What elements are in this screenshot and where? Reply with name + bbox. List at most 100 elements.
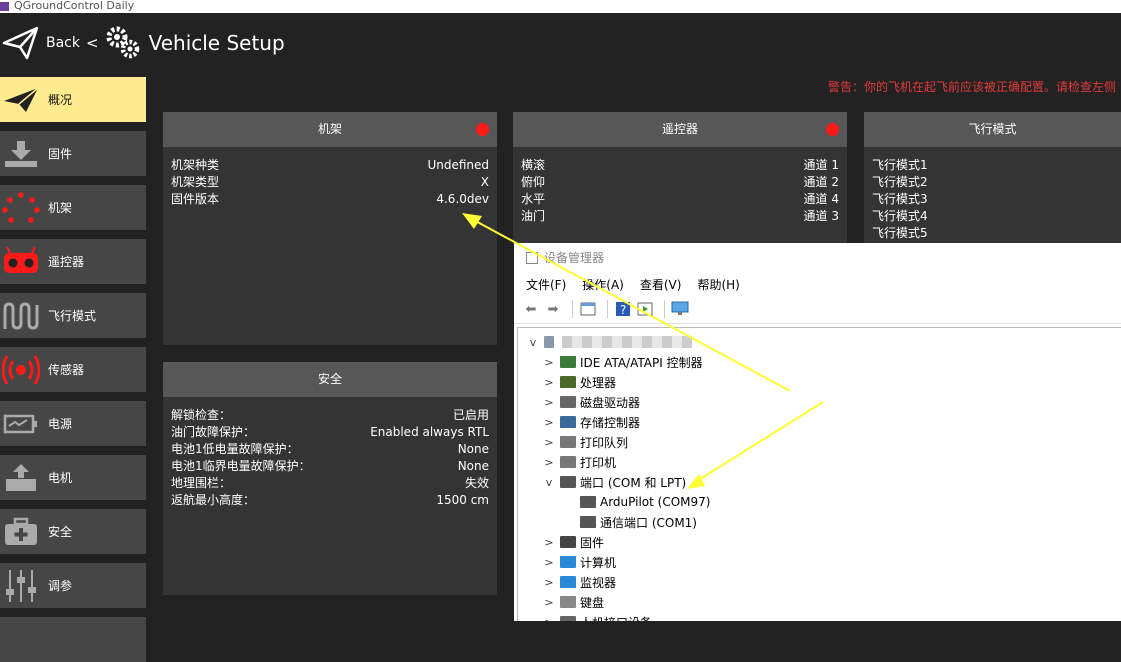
sidebar-item-label: 固件 — [48, 147, 73, 161]
collapse-icon[interactable]: v — [542, 476, 556, 489]
expand-icon[interactable]: > — [542, 356, 556, 369]
sidebar-item-motors[interactable]: 电机 — [0, 455, 146, 500]
airframe-icon — [0, 185, 42, 230]
tree-node-label: 键盘 — [580, 595, 605, 610]
sidebar-item-label: 概况 — [48, 93, 73, 107]
port-icon — [580, 496, 596, 508]
sidebar-item-sensors[interactable]: 传感器 — [0, 347, 146, 392]
device-manager-title: 设备管理器 — [544, 251, 605, 265]
card-title: 安全 — [317, 372, 342, 386]
sidebar-item-flight-modes[interactable]: 飞行模式 — [0, 293, 146, 338]
header: Back < Vehicle Setup — [0, 13, 1121, 71]
card-header[interactable]: 遥控器 — [513, 112, 847, 147]
info-row: 解锁检查： 已启用 — [171, 408, 489, 422]
tree-category-node[interactable]: > 存储控制器 — [542, 412, 640, 432]
tree-category-node[interactable]: > 人机接口设备 — [542, 612, 652, 621]
properties-icon[interactable] — [579, 300, 597, 318]
computer-icon — [560, 556, 576, 568]
computer-icon — [544, 336, 554, 348]
tree-category-node[interactable]: > IDE ATA/ATAPI 控制器 — [542, 352, 703, 372]
tree-category-node[interactable]: > 计算机 — [542, 552, 616, 572]
port-icon — [580, 516, 596, 528]
expand-icon[interactable]: > — [542, 436, 556, 449]
tree-category-node[interactable]: > 固件 — [542, 532, 604, 552]
sliders-icon — [0, 563, 42, 608]
info-row: 横滚 通道 1 — [521, 158, 839, 172]
forward-arrow-icon[interactable]: ➡ — [544, 300, 562, 318]
paper-plane-icon — [2, 26, 39, 60]
tree-category-node[interactable]: > 打印机 — [542, 452, 616, 472]
expand-icon[interactable]: > — [542, 576, 556, 589]
run-icon[interactable] — [636, 300, 654, 318]
help-icon[interactable]: ? — [614, 300, 632, 318]
collapse-icon[interactable]: v — [526, 336, 540, 349]
tree-category-node[interactable]: > 监视器 — [542, 572, 616, 592]
tree-node-label: IDE ATA/ATAPI 控制器 — [580, 355, 703, 370]
page-title: Vehicle Setup — [148, 31, 285, 55]
menu-action[interactable]: 操作(A) — [582, 276, 624, 293]
sidebar-item-radio[interactable]: 遥控器 — [0, 239, 146, 284]
ide-icon — [560, 356, 576, 368]
expand-icon[interactable]: > — [542, 396, 556, 409]
gears-icon — [106, 26, 139, 59]
battery-icon — [0, 401, 42, 446]
info-row: 机架种类 Undefined — [171, 158, 489, 172]
sidebar-item-label: 调参 — [48, 579, 73, 593]
expand-icon[interactable]: > — [542, 616, 556, 622]
tree-node-label: 存储控制器 — [580, 415, 641, 430]
sidebar-item-power[interactable]: 电源 — [0, 401, 146, 446]
tree-category-node[interactable]: > 处理器 — [542, 372, 616, 392]
tree-node-label: 监视器 — [580, 575, 617, 590]
back-chevron: < — [86, 34, 99, 52]
tree-node-label: 人机接口设备 — [580, 614, 652, 622]
sidebar-item-label: 机架 — [48, 201, 73, 215]
info-row: 飞行模式3 — [872, 192, 928, 206]
card-header[interactable]: 飞行模式 — [864, 112, 1121, 147]
tree-category-node[interactable]: > 打印队列 — [542, 432, 628, 452]
monitor-scan-icon[interactable] — [671, 300, 689, 318]
sidebar-item-firmware[interactable]: 固件 — [0, 131, 146, 176]
firmware-icon — [560, 536, 576, 548]
status-dot — [826, 123, 839, 136]
menu-file[interactable]: 文件(F) — [526, 276, 566, 293]
monitor-icon — [560, 576, 576, 588]
expand-icon[interactable]: > — [542, 416, 556, 429]
tree-category-node[interactable]: v 端口 (COM 和 LPT) — [542, 472, 687, 492]
expand-icon[interactable]: > — [542, 376, 556, 389]
tree-category-node[interactable]: > 键盘 — [542, 592, 604, 612]
tree-node-label: 通信端口 (COM1) — [600, 515, 697, 530]
hid-icon — [560, 616, 576, 621]
card-header[interactable]: 机架 — [163, 112, 497, 147]
radio-icon — [0, 239, 42, 284]
menu-help[interactable]: 帮助(H) — [697, 276, 739, 293]
sidebar-item-label: 电源 — [48, 417, 73, 431]
paper-plane-icon — [0, 77, 42, 122]
sidebar-item-tuning[interactable]: 调参 — [0, 563, 146, 608]
expand-icon[interactable]: > — [542, 596, 556, 609]
info-row: 俯仰 通道 2 — [521, 175, 839, 189]
sidebar-item-safety[interactable]: 安全 — [0, 509, 146, 554]
tree-child-node[interactable]: ArduPilot (COM97) — [576, 492, 710, 512]
expand-icon[interactable]: > — [542, 556, 556, 569]
tree-node-label: 打印机 — [580, 455, 617, 470]
tree-root[interactable]: v — [526, 332, 692, 352]
card-title: 飞行模式 — [968, 122, 1017, 136]
tree-node-label: 打印队列 — [580, 435, 629, 450]
back-label: Back — [46, 35, 80, 51]
back-arrow-icon[interactable]: ⬅ — [522, 300, 540, 318]
tree-category-node[interactable]: > 磁盘驱动器 — [542, 392, 640, 412]
info-row: 飞行模式2 — [872, 175, 928, 189]
menu-view[interactable]: 查看(V) — [640, 276, 682, 293]
card-header[interactable]: 安全 — [163, 362, 497, 397]
back-button[interactable]: Back < Vehicle Setup — [0, 21, 285, 65]
sidebar-item-label: 飞行模式 — [48, 309, 97, 323]
tree-child-node[interactable]: 通信端口 (COM1) — [576, 512, 697, 532]
sidebar-item-airframe[interactable]: 机架 — [0, 185, 146, 230]
keyboard-icon — [560, 596, 576, 608]
sensor-icon — [0, 347, 42, 392]
expand-icon[interactable]: > — [542, 456, 556, 469]
device-manager-titlebar[interactable]: 设备管理器 — [514, 243, 1121, 273]
sidebar-item-summary[interactable]: 概况 — [0, 77, 146, 122]
sidebar-item-partial[interactable] — [0, 617, 146, 662]
expand-icon[interactable]: > — [542, 536, 556, 549]
